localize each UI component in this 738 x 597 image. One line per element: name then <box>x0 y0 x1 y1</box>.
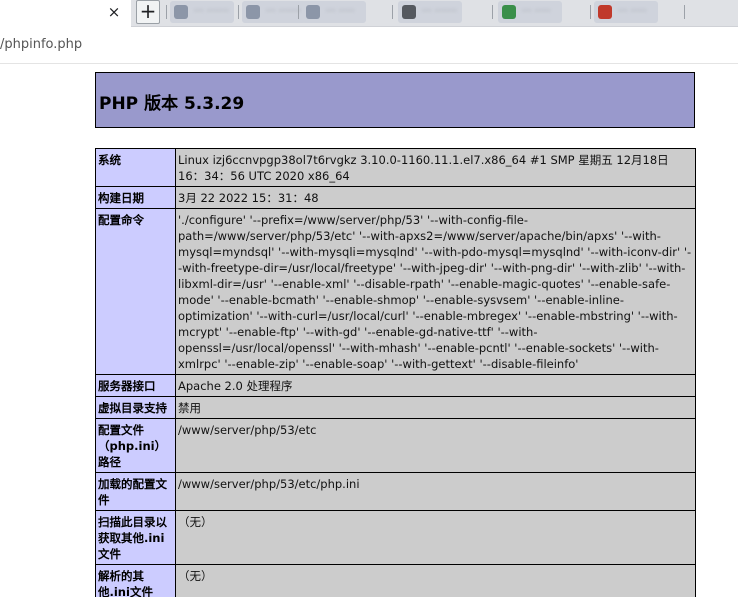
tab-divider <box>590 5 591 19</box>
row-value: 禁用 <box>175 396 696 419</box>
background-tab[interactable]: ··· ····· <box>302 1 366 23</box>
background-tab[interactable]: ··· ····· <box>498 1 562 23</box>
tab-label: ··· ····· <box>618 6 647 17</box>
background-tab[interactable]: ··· ····· <box>594 1 658 23</box>
row-value: './configure' '--prefix=/www/server/php/… <box>175 208 696 375</box>
background-tab[interactable]: ··· ······· <box>398 1 462 23</box>
tab-label: ··· ······· <box>194 6 229 17</box>
row-value: （无） <box>175 564 696 597</box>
row-key: 加载的配置文件 <box>95 472 176 511</box>
row-value: /www/server/php/53/etc/php.ini <box>175 472 696 511</box>
tab-label: ··· ······· <box>422 6 457 17</box>
row-key: 配置命令 <box>95 208 176 375</box>
tab-divider <box>392 5 393 19</box>
row-value: /www/server/php/53/etc <box>175 418 696 473</box>
page-title: PHP 版本 5.3.29 <box>99 94 245 114</box>
row-key: 配置文件（php.ini）路径 <box>95 418 176 473</box>
table-row: 构建日期 3月 22 2022 15：31：48 <box>95 186 696 209</box>
tab-label: ··· ····· <box>522 6 551 17</box>
tab-favicon-icon <box>174 5 188 19</box>
row-value: Apache 2.0 处理程序 <box>175 374 696 397</box>
tab-favicon-icon <box>598 5 612 19</box>
row-key: 虚拟目录支持 <box>95 396 176 419</box>
row-value: 3月 22 2022 15：31：48 <box>175 186 696 209</box>
tab-divider <box>166 5 167 19</box>
row-key: 服务器接口 <box>95 374 176 397</box>
tab-strip: × + ··· ······· ··· ······· ··· ····· ··… <box>0 0 738 27</box>
background-tab[interactable]: ··· ······· <box>170 1 234 23</box>
close-tab-icon[interactable]: × <box>104 2 124 22</box>
table-row: 服务器接口 Apache 2.0 处理程序 <box>95 374 696 397</box>
table-row: 配置文件（php.ini）路径 /www/server/php/53/etc <box>95 418 696 473</box>
table-row: 扫描此目录以获取其他.ini文件 （无） <box>95 510 696 565</box>
table-row: 虚拟目录支持 禁用 <box>95 396 696 419</box>
tab-favicon-icon <box>502 5 516 19</box>
tab-divider <box>238 5 239 19</box>
background-tab[interactable]: ··· ······· <box>242 1 306 23</box>
row-key: 构建日期 <box>95 186 176 209</box>
tab-label: ··· ····· <box>326 6 355 17</box>
phpinfo-table: 系统 Linux izj6ccnvpgp38ol7t6rvgkz 3.10.0-… <box>95 148 696 597</box>
new-tab-button[interactable]: + <box>136 0 160 24</box>
tab-divider <box>298 5 299 19</box>
tab-divider <box>492 5 493 19</box>
tab-favicon-icon <box>306 5 320 19</box>
row-key: 解析的其他.ini文件 <box>95 564 176 597</box>
url-text[interactable]: /phpinfo.php <box>0 36 82 54</box>
row-key: 扫描此目录以获取其他.ini文件 <box>95 510 176 565</box>
active-tab[interactable]: × <box>0 0 131 27</box>
table-row: 配置命令 './configure' '--prefix=/www/server… <box>95 208 696 375</box>
row-key: 系统 <box>95 148 176 187</box>
tab-label: ··· ······· <box>266 6 301 17</box>
phpinfo-page: PHP 版本 5.3.29 系统 Linux izj6ccnvpgp38ol7t… <box>0 64 738 597</box>
row-value: （无） <box>175 510 696 565</box>
php-version-header: PHP 版本 5.3.29 <box>95 72 695 128</box>
address-bar[interactable]: /phpinfo.php <box>0 27 738 64</box>
tab-favicon-icon <box>246 5 260 19</box>
tab-divider <box>684 5 685 19</box>
tab-favicon-icon <box>402 5 416 19</box>
table-row: 系统 Linux izj6ccnvpgp38ol7t6rvgkz 3.10.0-… <box>95 148 696 187</box>
row-value: Linux izj6ccnvpgp38ol7t6rvgkz 3.10.0-116… <box>175 148 696 187</box>
table-row: 解析的其他.ini文件 （无） <box>95 564 696 597</box>
table-row: 加载的配置文件 /www/server/php/53/etc/php.ini <box>95 472 696 511</box>
